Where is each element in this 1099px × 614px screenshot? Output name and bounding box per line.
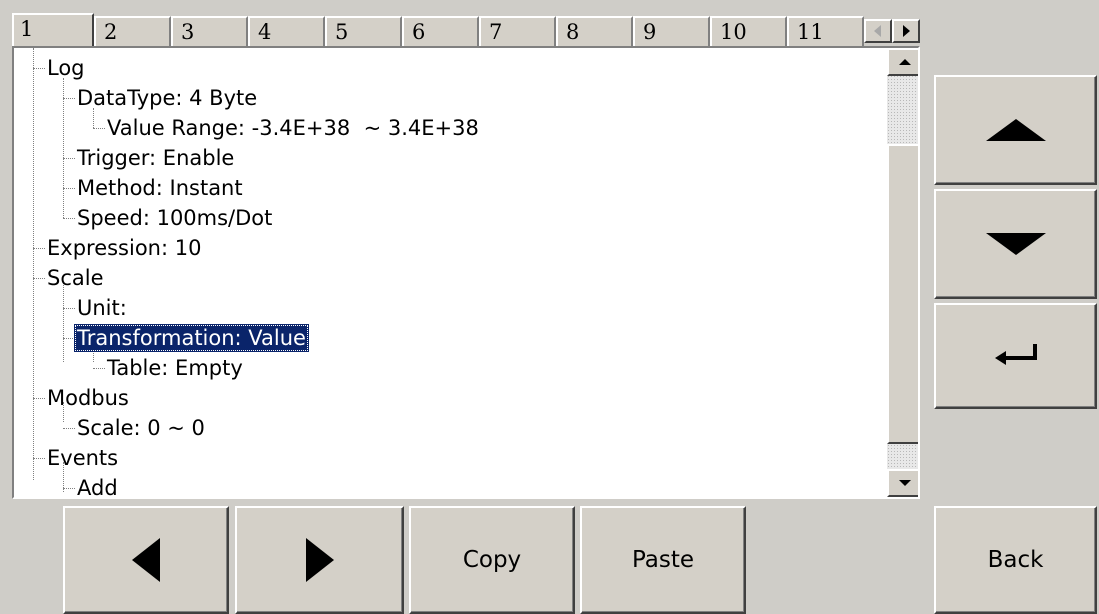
back-button[interactable]: Back (934, 506, 1097, 614)
tab-7[interactable]: 7 (479, 16, 556, 46)
tab-5[interactable]: 5 (325, 16, 402, 46)
tab-3[interactable]: 3 (171, 16, 248, 46)
tree-panel: Log DataType: 4 Byte Value Range: -3.4E+… (12, 46, 920, 499)
tree-node-datatype[interactable]: DataType: 4 Byte (74, 84, 260, 112)
tab-6[interactable]: 6 (402, 16, 479, 46)
vertical-scrollbar[interactable] (887, 48, 918, 497)
triangle-right-icon (305, 538, 334, 582)
tree-node-method[interactable]: Method: Instant (74, 174, 246, 202)
tab-8[interactable]: 8 (556, 16, 633, 46)
previous-button[interactable] (63, 506, 229, 614)
back-button-label: Back (987, 547, 1044, 573)
tab-9[interactable]: 9 (633, 16, 710, 46)
scroll-down-button[interactable] (887, 469, 918, 497)
chevron-right-icon (903, 25, 910, 37)
paste-button-label: Paste (631, 547, 695, 573)
triangle-down-icon (985, 233, 1046, 255)
tab-10[interactable]: 10 (710, 16, 787, 46)
paste-button[interactable]: Paste (580, 506, 746, 614)
tree-node-table[interactable]: Table: Empty (104, 354, 246, 382)
tree-node-scale[interactable]: Scale (44, 264, 107, 292)
tree-node-speed[interactable]: Speed: 100ms/Dot (74, 204, 275, 232)
tab-4[interactable]: 4 (248, 16, 325, 46)
tab-strip: 1 2 3 4 5 6 7 8 9 10 11 (12, 13, 920, 47)
tab-scroll-left-button[interactable] (864, 19, 892, 43)
move-up-button[interactable] (934, 75, 1097, 185)
tree-node-value-range[interactable]: Value Range: -3.4E+38 ~ 3.4E+38 (104, 114, 482, 142)
move-down-button[interactable] (934, 189, 1097, 299)
tree-node-unit[interactable]: Unit: (74, 294, 130, 322)
scrollbar-thumb[interactable] (887, 144, 918, 444)
tree-connector (63, 282, 64, 362)
triangle-up-icon (985, 119, 1046, 141)
triangle-left-icon (132, 538, 160, 582)
tree-node-trigger[interactable]: Trigger: Enable (74, 144, 237, 172)
tree-connector (33, 48, 34, 480)
enter-button[interactable] (934, 303, 1097, 409)
scroll-up-button[interactable] (887, 48, 918, 76)
chevron-left-icon (874, 25, 881, 37)
tab-1[interactable]: 1 (12, 13, 94, 47)
scroll-up-icon (899, 59, 911, 65)
tree-node-events[interactable]: Events (44, 444, 121, 472)
tab-scroll-right-button[interactable] (892, 19, 920, 43)
tree-connector (63, 78, 64, 218)
copy-button[interactable]: Copy (409, 506, 575, 614)
property-tree: Log DataType: 4 Byte Value Range: -3.4E+… (14, 48, 886, 497)
tab-11[interactable]: 11 (787, 16, 864, 46)
enter-return-icon (995, 344, 1037, 365)
tree-node-modbus[interactable]: Modbus (44, 384, 132, 412)
tree-node-modbus-scale[interactable]: Scale: 0 ~ 0 (74, 414, 208, 442)
tree-node-transformation[interactable]: Transformation: Value (74, 324, 309, 352)
tree-node-add[interactable]: Add (74, 474, 121, 497)
scroll-down-icon (899, 480, 911, 486)
tab-2[interactable]: 2 (94, 16, 171, 46)
tree-node-expression[interactable]: Expression: 10 (44, 234, 204, 262)
copy-button-label: Copy (462, 547, 522, 573)
next-button[interactable] (235, 506, 404, 614)
tree-node-log[interactable]: Log (44, 54, 88, 82)
